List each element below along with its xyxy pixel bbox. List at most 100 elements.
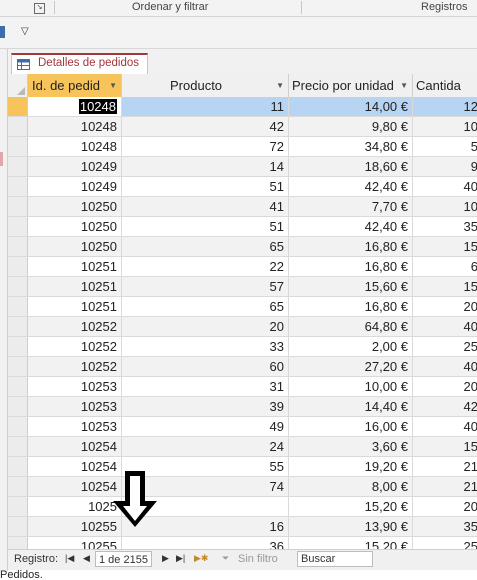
cell-cantidad[interactable]: 10	[413, 197, 477, 216]
cell-id[interactable]: 10250	[28, 237, 122, 256]
cell-id[interactable]: 10252	[28, 317, 122, 336]
cell-id[interactable]: 10255	[28, 517, 122, 536]
record-selector[interactable]	[8, 337, 28, 356]
cell-cantidad[interactable]: 20	[413, 497, 477, 516]
cell-producto[interactable]: 20	[122, 317, 289, 336]
cell-cantidad[interactable]: 40	[413, 317, 477, 336]
cell-id[interactable]: 10251	[28, 297, 122, 316]
cell-id[interactable]: 10253	[28, 417, 122, 436]
record-selector[interactable]	[8, 517, 28, 536]
record-selector[interactable]	[8, 537, 28, 549]
cell-cantidad[interactable]: 5	[413, 137, 477, 156]
table-row[interactable]: 10251 22 16,80 € 6	[8, 257, 477, 277]
table-row[interactable]: 10254 24 3,60 € 15	[8, 437, 477, 457]
table-row[interactable]: 10251 65 16,80 € 20	[8, 297, 477, 317]
column-header-precio[interactable]: Precio por unidad ▼	[289, 74, 413, 97]
cell-cantidad[interactable]: 42	[413, 397, 477, 416]
sort-filter-dropdown-icon[interactable]: ▼	[109, 74, 117, 97]
dialog-launcher-icon[interactable]: ↘	[34, 3, 45, 14]
record-selector[interactable]	[8, 97, 28, 116]
cell-id[interactable]: 1025	[28, 497, 122, 516]
current-record-field[interactable]: 1 de 2155	[95, 551, 152, 567]
cell-cantidad[interactable]: 21	[413, 457, 477, 476]
cell-cantidad[interactable]: 15	[413, 437, 477, 456]
customize-toolbar-dropdown-icon[interactable]: ▽	[21, 26, 29, 37]
cell-producto[interactable]: 31	[122, 377, 289, 396]
cell-producto[interactable]: 24	[122, 437, 289, 456]
cell-precio[interactable]: 16,80 €	[289, 237, 413, 256]
table-row[interactable]: 10253 39 14,40 € 42	[8, 397, 477, 417]
record-selector[interactable]	[8, 457, 28, 476]
table-row[interactable]: 10250 65 16,80 € 15	[8, 237, 477, 257]
record-selector[interactable]	[8, 277, 28, 296]
cell-producto[interactable]: 22	[122, 257, 289, 276]
record-selector[interactable]	[8, 437, 28, 456]
table-row[interactable]: 10255 16 13,90 € 35	[8, 517, 477, 537]
record-selector[interactable]	[8, 197, 28, 216]
cell-id[interactable]: 10251	[28, 277, 122, 296]
cell-producto[interactable]: 65	[122, 297, 289, 316]
record-selector[interactable]	[8, 217, 28, 236]
last-record-icon[interactable]: ▶|	[176, 553, 185, 564]
cell-cantidad[interactable]: 20	[413, 377, 477, 396]
cell-id[interactable]: 10254	[28, 437, 122, 456]
cell-id[interactable]: 10249	[28, 157, 122, 176]
cell-precio[interactable]: 2,00 €	[289, 337, 413, 356]
form-view-icon[interactable]	[0, 26, 5, 38]
cell-cantidad[interactable]: 15	[413, 237, 477, 256]
record-selector[interactable]	[8, 257, 28, 276]
cell-producto[interactable]: 49	[122, 417, 289, 436]
table-row[interactable]: 10254 55 19,20 € 21	[8, 457, 477, 477]
table-row[interactable]: 10252 33 2,00 € 25	[8, 337, 477, 357]
cell-id[interactable]: 10254	[28, 457, 122, 476]
record-selector[interactable]	[8, 137, 28, 156]
cell-precio[interactable]: 16,80 €	[289, 257, 413, 276]
column-header-id-pedido[interactable]: Id. de pedid ▼	[28, 74, 122, 97]
cell-precio[interactable]: 15,60 €	[289, 277, 413, 296]
cell-precio[interactable]: 15,20 €	[289, 537, 413, 549]
cell-cantidad[interactable]: 25	[413, 537, 477, 549]
search-input[interactable]: Buscar	[297, 551, 373, 567]
cell-cantidad[interactable]: 9	[413, 157, 477, 176]
cell-precio[interactable]: 19,20 €	[289, 457, 413, 476]
cell-precio[interactable]: 10,00 €	[289, 377, 413, 396]
cell-precio[interactable]: 34,80 €	[289, 137, 413, 156]
record-selector[interactable]	[8, 317, 28, 336]
table-row[interactable]: 10248 42 9,80 € 10	[8, 117, 477, 137]
cell-id[interactable]: 10250	[28, 197, 122, 216]
record-selector[interactable]	[8, 397, 28, 416]
cell-cantidad[interactable]: 21	[413, 477, 477, 496]
cell-producto[interactable]: 41	[122, 197, 289, 216]
table-row[interactable]: 10252 20 64,80 € 40	[8, 317, 477, 337]
cell-cantidad[interactable]: 20	[413, 297, 477, 316]
cell-id[interactable]: 10248	[28, 137, 122, 156]
cell-precio[interactable]: 64,80 €	[289, 317, 413, 336]
record-selector[interactable]	[8, 357, 28, 376]
cell-precio[interactable]: 27,20 €	[289, 357, 413, 376]
cell-producto[interactable]: 14	[122, 157, 289, 176]
cell-cantidad[interactable]: 10	[413, 117, 477, 136]
navigation-pane-collapsed[interactable]	[0, 49, 8, 571]
cell-id[interactable]: 10248	[28, 117, 122, 136]
cell-id[interactable]: 10253	[28, 377, 122, 396]
table-row[interactable]: 10251 57 15,60 € 15	[8, 277, 477, 297]
cell-precio[interactable]: 14,40 €	[289, 397, 413, 416]
record-selector[interactable]	[8, 377, 28, 396]
record-selector[interactable]	[8, 477, 28, 496]
cell-id[interactable]: 10252	[28, 357, 122, 376]
column-header-cantidad[interactable]: Cantida	[413, 74, 477, 97]
cell-cantidad[interactable]: 25	[413, 337, 477, 356]
cell-producto[interactable]: 36	[122, 537, 289, 549]
sort-filter-dropdown-icon[interactable]: ▼	[276, 74, 284, 97]
first-record-icon[interactable]: |◀	[65, 553, 74, 564]
table-row[interactable]: 10254 74 8,00 € 21	[8, 477, 477, 497]
cell-producto[interactable]: 51	[122, 177, 289, 196]
cell-producto[interactable]: 65	[122, 237, 289, 256]
record-selector[interactable]	[8, 497, 28, 516]
cell-precio[interactable]: 42,40 €	[289, 177, 413, 196]
table-row[interactable]: 10249 51 42,40 € 40	[8, 177, 477, 197]
cell-producto[interactable]: 11	[122, 97, 289, 116]
cell-cantidad[interactable]: 12	[413, 97, 477, 116]
record-selector[interactable]	[8, 177, 28, 196]
record-selector[interactable]	[8, 157, 28, 176]
